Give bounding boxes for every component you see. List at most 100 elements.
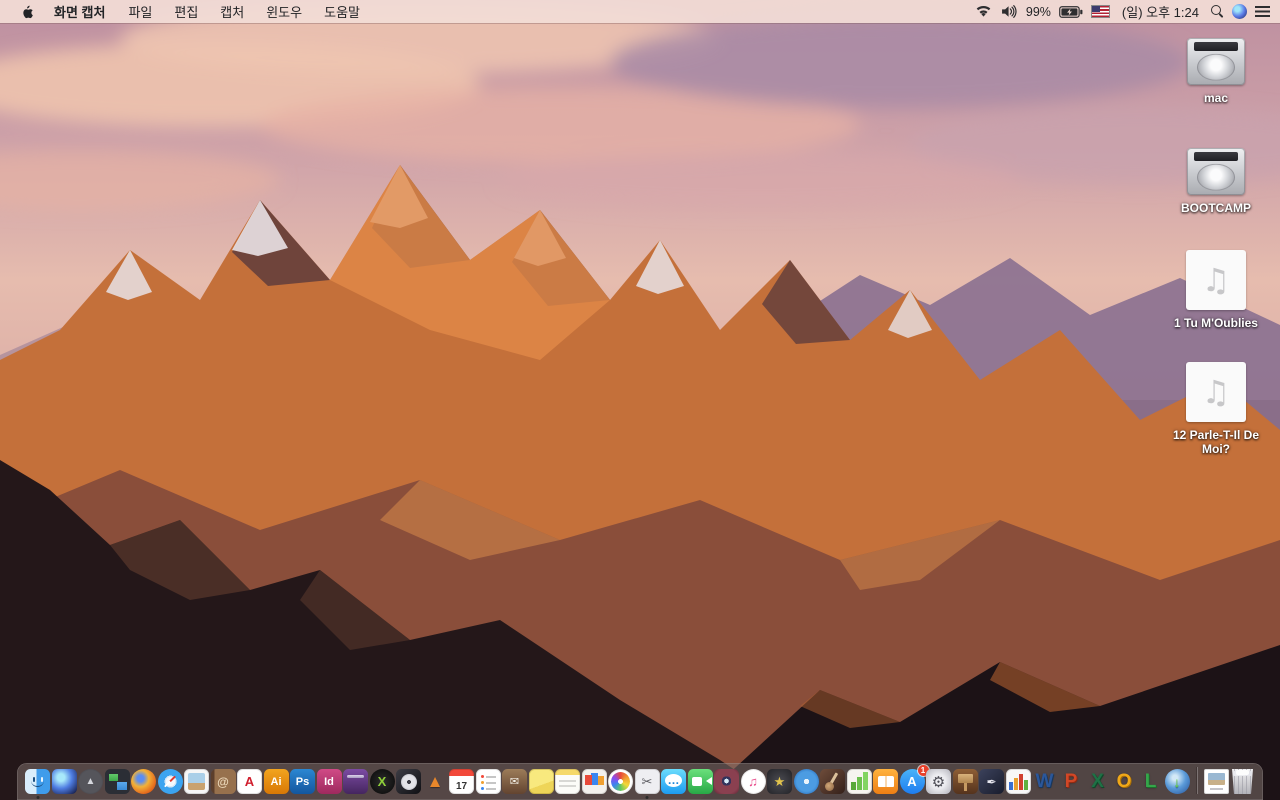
powerpoint-icon: P [1064, 770, 1078, 792]
dock-item-archive-box-app[interactable]: ✉ [502, 769, 527, 794]
vlc-icon: ▲ [426, 771, 444, 791]
desktop-icon-label: BOOTCAMP [1181, 200, 1251, 215]
apple-menu[interactable] [12, 4, 42, 20]
dock-item-photoshop[interactable]: Ps [290, 769, 315, 794]
dock-item-messages[interactable]: … [661, 769, 686, 794]
documents-app-icon [581, 769, 607, 794]
dock-item-calendar[interactable]: 17 [449, 769, 474, 794]
pages-icon: ✒ [979, 769, 1004, 794]
photo-booth-icon [714, 769, 739, 794]
dock-item-garageband[interactable] [820, 769, 845, 794]
desktop-icon-bootcamp[interactable]: BOOTCAMP [1181, 147, 1251, 216]
menu-item[interactable]: 캡처 [209, 2, 255, 21]
dock-item-imovie[interactable]: ★ [767, 769, 792, 794]
finder-icon [25, 769, 50, 794]
dock-item-toast[interactable] [343, 769, 368, 794]
mac-icon [1187, 38, 1245, 85]
notification-center-icon[interactable] [1255, 6, 1270, 17]
calendar-icon: 17 [449, 769, 474, 794]
dock-item-photos[interactable] [608, 769, 633, 794]
dock-item-powerpoint[interactable]: P [1059, 769, 1084, 794]
dock-item-excel[interactable]: X [1085, 769, 1110, 794]
dock-item-facetime[interactable] [687, 769, 713, 794]
photos-icon [608, 769, 633, 794]
dock-item-documents-stack[interactable] [1203, 769, 1229, 794]
numbers-icon [846, 769, 872, 794]
dock-item-ibooks[interactable] [873, 769, 898, 794]
trash-full-icon [1232, 769, 1253, 794]
dock-item-mission-control[interactable] [104, 769, 130, 794]
desktop-icon-parle-t-il-de-moi[interactable]: 12 Parle-T-Il De Moi? [1160, 362, 1272, 457]
dock-item-x-media-app[interactable]: X [369, 769, 395, 794]
dock-item-vlc[interactable]: ▲ [423, 769, 448, 794]
menu-item[interactable]: 파일 [117, 2, 163, 21]
dock-item-autoupdate-globe[interactable]: ↓ [1164, 769, 1190, 794]
desktop-icon-label: 12 Parle-T-Il De Moi? [1172, 428, 1260, 457]
dock-item-stickies[interactable] [528, 769, 554, 794]
itunes-icon: ♫ [740, 769, 766, 794]
spotlight-search-icon[interactable] [1211, 5, 1224, 18]
reminders-icon [475, 769, 501, 794]
dock-item-pages[interactable]: ✒ [979, 769, 1004, 794]
dock-item-acrobat-reader[interactable]: A [237, 769, 262, 794]
dock-item-office-chart-app[interactable] [1005, 769, 1031, 794]
desktop-icon-tu-moublies[interactable]: 1 Tu M'Oublies [1174, 249, 1258, 331]
archive-box-app-icon: ✉ [502, 769, 527, 794]
autoupdate-globe-icon: ↓ [1164, 769, 1190, 794]
wallpaper-sierra-mountains [0, 0, 1280, 800]
dock-item-launchpad[interactable]: ▲ [78, 769, 103, 794]
dock-item-system-preferences[interactable]: ⚙ [926, 769, 951, 794]
dock-item-photo-booth[interactable] [714, 769, 739, 794]
dock-item-safari[interactable] [157, 769, 183, 794]
firefox-icon [131, 769, 156, 794]
dock-item-documents-app[interactable] [581, 769, 607, 794]
wifi-icon[interactable] [975, 5, 992, 18]
battery-percent: 99% [1025, 4, 1051, 19]
macos-desktop: 화면 캡처 파일 편집 캡처 윈도우 도움말 99% (일) 오후 1:24 m… [0, 0, 1280, 800]
volume-icon[interactable] [1000, 5, 1018, 18]
ibooks-icon [873, 769, 898, 794]
desktop-icon-column: mac BOOTCAMP 1 Tu M'Oublies 12 Parle-T-I… [1156, 38, 1276, 457]
battery-charging-icon[interactable] [1059, 5, 1083, 18]
menu-bar-status: 99% (일) 오후 1:24 [975, 2, 1280, 21]
dock-item-screen-capture[interactable]: ✂ [634, 769, 660, 799]
desktop-icon-mac[interactable]: mac [1187, 38, 1245, 106]
dock-item-disc-tool-app[interactable] [396, 769, 421, 794]
menu-item[interactable]: 도움말 [313, 2, 371, 21]
dock-item-app-store[interactable]: A 1 [899, 765, 929, 794]
dock-item-outlook[interactable]: O [1112, 769, 1137, 794]
input-source-us-flag-icon[interactable] [1090, 5, 1110, 18]
dock-item-reminders[interactable] [475, 769, 501, 794]
dock: ▲ @ A Ai Ps Id X ▲ 17 ✉ ✂ … ♫ ★ A 1 ⚙ ✒ … [17, 763, 1263, 800]
dock-item-notes[interactable] [555, 769, 580, 794]
siri-menu-icon[interactable] [1232, 4, 1247, 19]
dock-item-siri[interactable] [51, 769, 77, 794]
dock-item-contacts[interactable]: @ [210, 769, 236, 794]
dock-item-finder[interactable] [25, 769, 50, 799]
desktop-icon-label: mac [1203, 91, 1229, 105]
desktop-icon-label: 1 Tu M'Oublies [1174, 315, 1258, 330]
dock-item-illustrator[interactable]: Ai [263, 769, 289, 794]
dock-item-indesign[interactable]: Id [316, 769, 342, 794]
dock-item-itunes[interactable]: ♫ [740, 769, 766, 794]
dock-item-lync[interactable]: L [1138, 769, 1163, 794]
imovie-icon: ★ [767, 769, 792, 794]
messages-icon: … [661, 769, 686, 794]
running-indicator [36, 795, 39, 799]
dock-item-preview[interactable] [184, 769, 209, 794]
active-app-name[interactable]: 화면 캡처 [42, 2, 117, 21]
dock-item-keynote[interactable] [952, 769, 978, 794]
dock-item-numbers[interactable] [846, 769, 872, 794]
menu-item[interactable]: 윈도우 [255, 2, 313, 21]
word-icon: W [1035, 770, 1054, 792]
dock-divider [1196, 767, 1197, 794]
dock-item-word[interactable]: W [1032, 769, 1057, 794]
menu-bar-clock[interactable]: (일) 오후 1:24 [1118, 2, 1203, 21]
preview-icon [184, 769, 209, 794]
menu-item[interactable]: 편집 [163, 2, 209, 21]
keynote-icon [952, 769, 978, 794]
dock-item-firefox[interactable] [131, 769, 156, 794]
dock-item-idvd[interactable] [793, 769, 819, 794]
dock-item-trash-full[interactable] [1230, 769, 1255, 794]
notes-icon [555, 769, 580, 794]
